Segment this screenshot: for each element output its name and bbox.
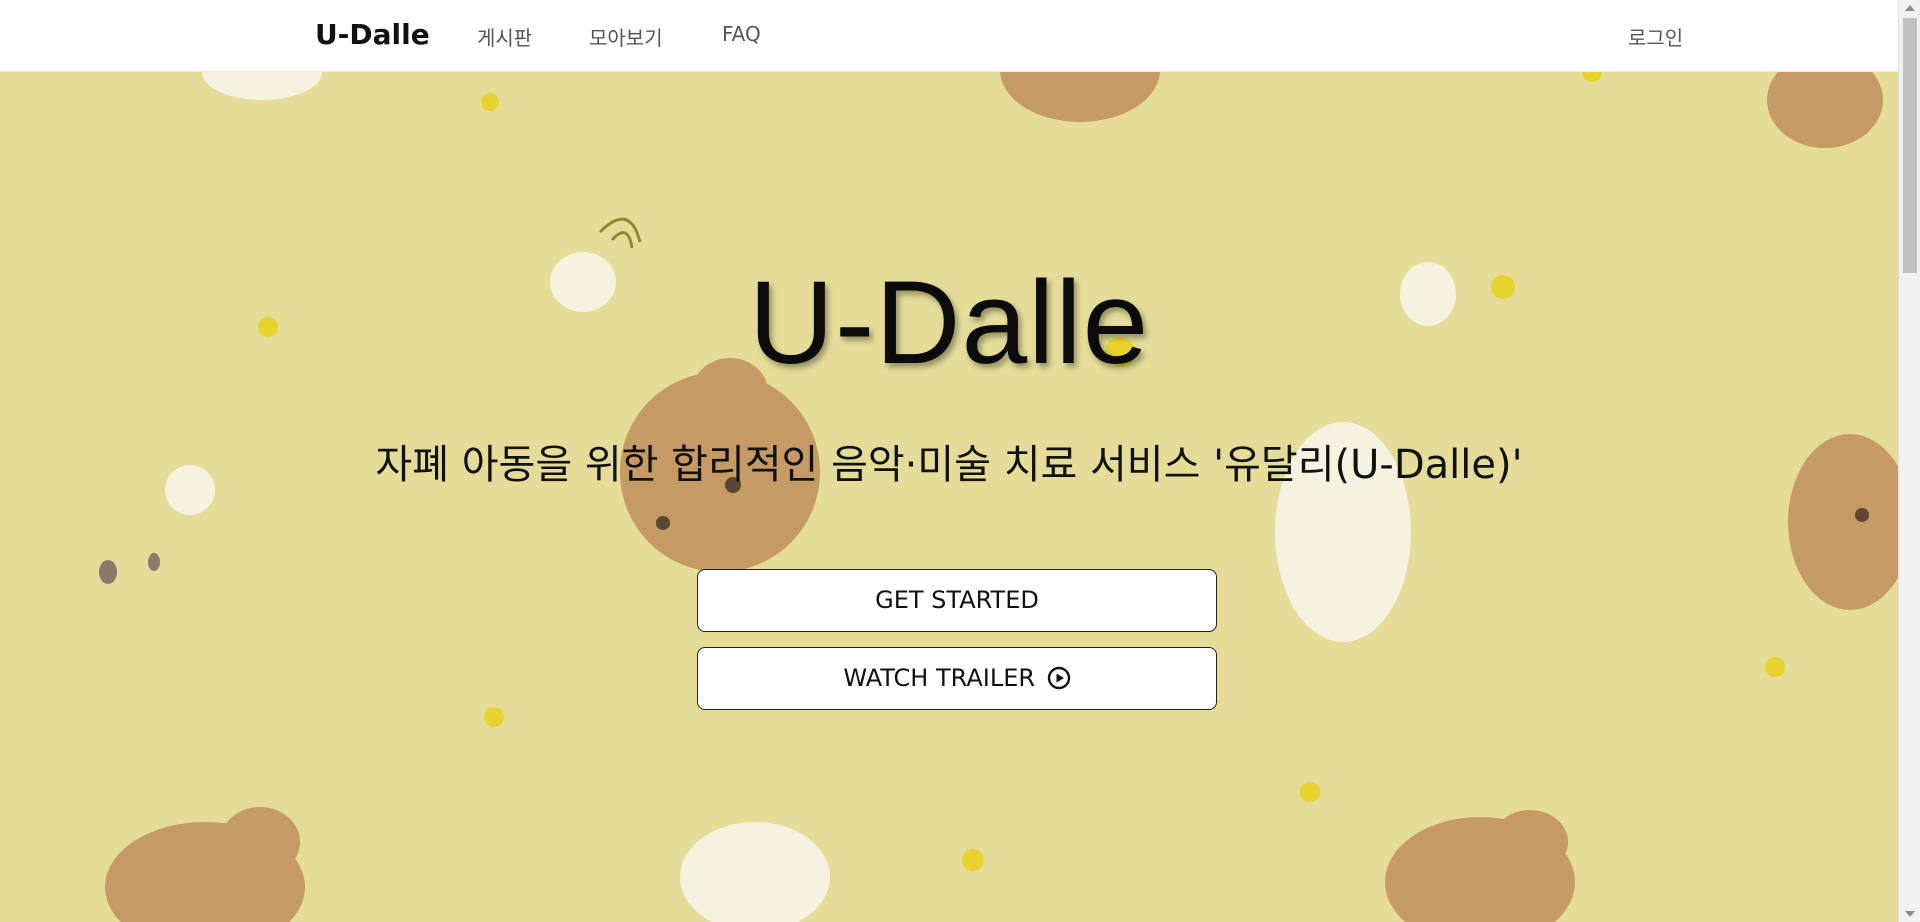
watch-trailer-label: WATCH TRAILER [843,664,1036,692]
hero-section: U-Dalle 자폐 아동을 위한 합리적인 음악·미술 치료 서비스 '유달리… [0,72,1898,922]
top-navbar: U-Dalle 게시판 모아보기 FAQ 로그인 [0,0,1898,72]
play-circle-icon [1047,652,1071,690]
hero-title: U-Dalle [748,257,1150,389]
scroll-down-arrow-icon[interactable] [1905,911,1915,917]
nav-link-board[interactable]: 게시판 [477,22,532,51]
watch-trailer-button[interactable]: WATCH TRAILER [697,647,1217,710]
scroll-up-arrow-icon[interactable] [1905,5,1915,11]
get-started-button[interactable]: GET STARTED [697,569,1217,632]
nav-link-gallery[interactable]: 모아보기 [589,22,663,51]
hero-subtitle: 자폐 아동을 위한 합리적인 음악·미술 치료 서비스 '유달리(U-Dalle… [375,442,1523,488]
nav-link-faq[interactable]: FAQ [722,22,761,46]
login-link[interactable]: 로그인 [1628,22,1683,51]
hero-background-illustration [99,72,1898,922]
scrollbar-thumb[interactable] [1903,18,1917,273]
brand-logo[interactable]: U-Dalle [315,18,430,51]
page-scrollbar[interactable] [1898,0,1920,922]
get-started-label: GET STARTED [875,586,1039,614]
